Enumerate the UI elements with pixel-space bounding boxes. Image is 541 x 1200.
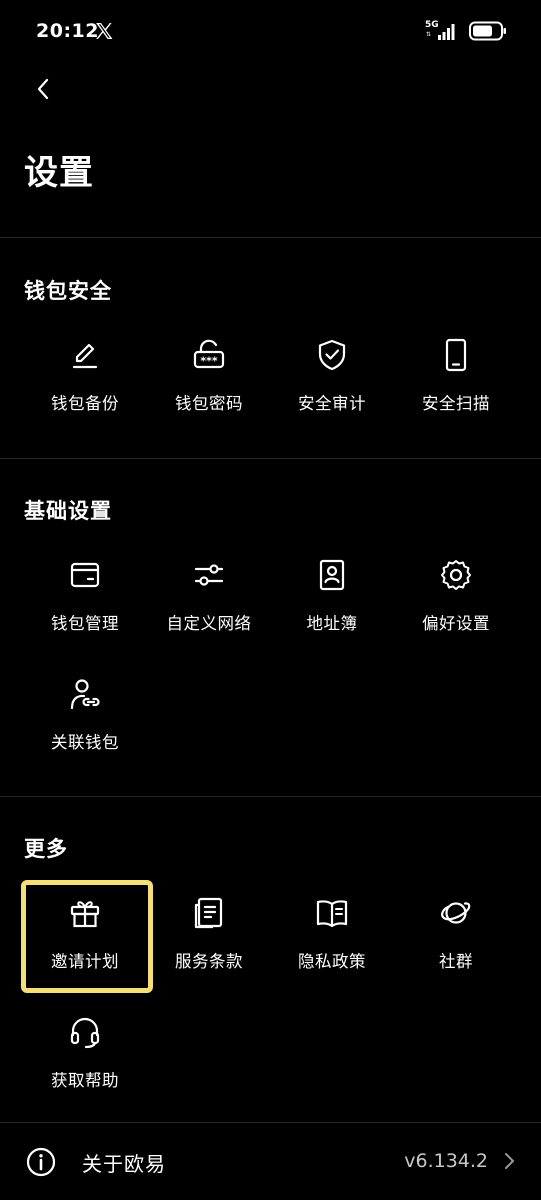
page-title: 设置 [24,153,94,193]
wallet-icon [70,562,100,588]
section-title-more: 更多 [24,837,68,861]
tile-wallet-management[interactable]: 钱包管理 [23,550,147,650]
tile-label: 地址簿 [306,614,358,633]
tile-label: 安全审计 [298,394,366,413]
tile-label: 自定义网络 [166,614,252,633]
tile-label: 隐私政策 [298,952,366,971]
x-logo-icon [96,23,113,39]
tile-label: 获取帮助 [51,1071,119,1090]
tile-label: 关联钱包 [51,733,119,752]
about-row[interactable]: 关于欧易 v6.134.2 [0,1123,541,1200]
headset-icon [70,1017,100,1049]
tile-label: 安全扫描 [422,394,490,413]
signal-bars-icon [438,24,455,40]
divider [0,796,541,797]
tile-wallet-password[interactable]: *** 钱包密码 [147,330,271,430]
signal-indicator: 5G ⇅ [425,20,459,42]
section-title-wallet-security: 钱包安全 [24,279,112,303]
about-label: 关于欧易 [82,1152,166,1176]
book-icon [316,900,348,928]
back-button[interactable] [28,74,58,104]
chevron-left-icon [37,78,49,100]
user-link-icon [70,679,100,710]
tile-label: 钱包密码 [175,394,243,413]
data-arrows-icon: ⇅ [426,31,432,38]
section-title-basic-settings: 基础设置 [24,499,112,523]
chevron-right-icon [505,1153,514,1169]
gear-icon [441,560,471,590]
info-icon [26,1147,56,1177]
pencil-icon [72,343,98,369]
divider [0,237,541,238]
address-book-icon [319,559,345,591]
tile-security-audit[interactable]: 安全审计 [270,330,394,430]
divider [0,458,541,459]
phone-scan-icon [445,338,467,372]
tile-preferences[interactable]: 偏好设置 [394,550,518,650]
tile-label: 社群 [439,952,473,971]
tile-label: 服务条款 [175,952,243,971]
tile-label: 邀请计划 [51,952,119,971]
tile-label: 钱包备份 [51,394,119,413]
shield-check-icon [318,339,346,371]
tile-privacy-policy[interactable]: 隐私政策 [270,888,394,988]
status-bar: 20:12 5G ⇅ [0,0,541,66]
tile-label: 钱包管理 [51,614,119,633]
planet-icon [441,902,471,924]
tile-community[interactable]: 社群 [394,888,518,988]
tile-label: 偏好设置 [422,614,490,633]
status-time: 20:12 [36,20,99,42]
status-right: 5G ⇅ [425,20,507,42]
tile-linked-wallet[interactable]: 关联钱包 [23,669,147,769]
gift-icon [70,901,100,928]
tile-security-scan[interactable]: 安全扫描 [394,330,518,430]
document-icon [194,897,223,929]
tile-wallet-backup[interactable]: 钱包备份 [23,330,147,430]
tile-custom-network[interactable]: 自定义网络 [147,550,271,650]
tile-invite-program[interactable]: 邀请计划 [23,888,147,988]
tile-address-book[interactable]: 地址簿 [270,550,394,650]
tile-get-help[interactable]: 获取帮助 [23,1007,147,1107]
lock-password-icon: *** [193,339,225,369]
svg-text:***: *** [200,355,218,368]
sliders-icon [194,564,224,586]
app-version: v6.134.2 [404,1150,488,1172]
tile-terms-of-service[interactable]: 服务条款 [147,888,271,988]
battery-icon [469,21,506,41]
network-type: 5G [425,20,439,30]
